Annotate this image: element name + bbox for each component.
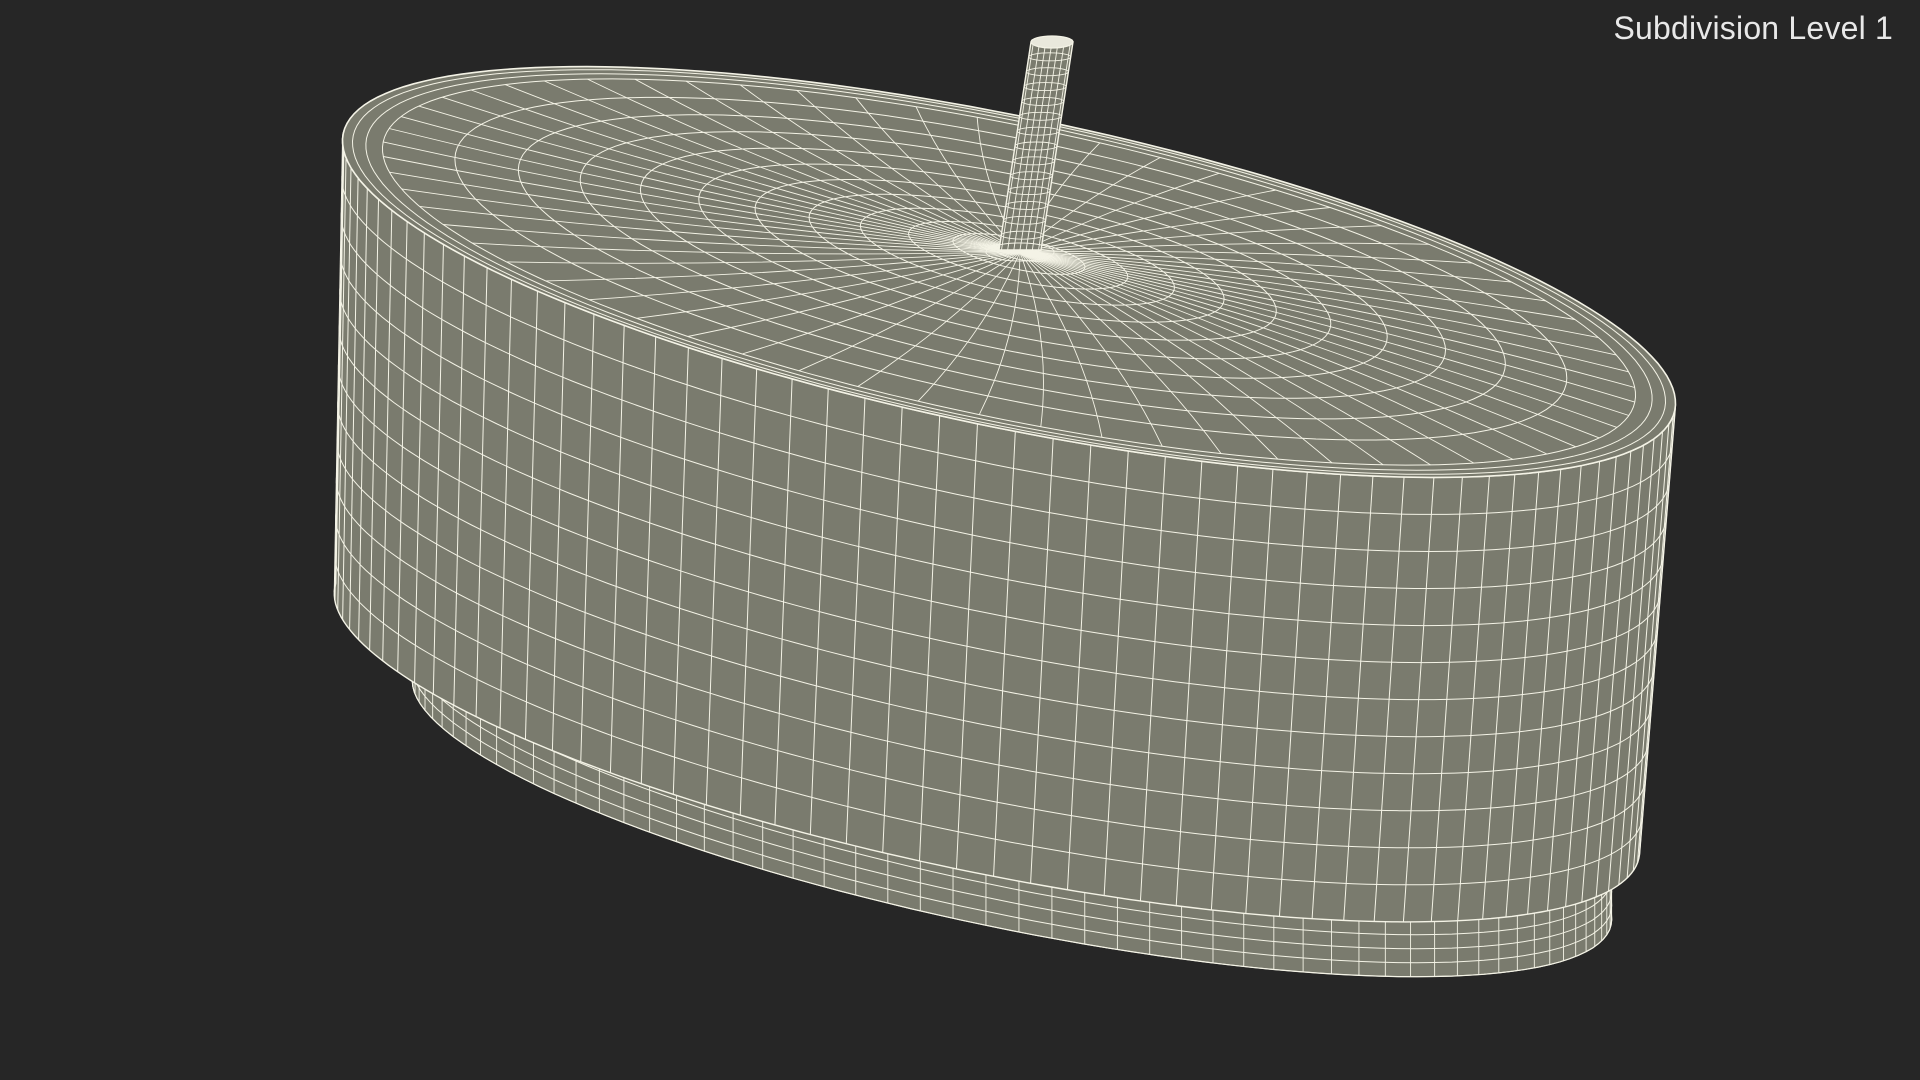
- pin-cap: [1030, 35, 1074, 49]
- wireframe-model: [333, 35, 1677, 978]
- subdivision-level-label: Subdivision Level 1: [1613, 10, 1893, 46]
- 3d-viewport[interactable]: Subdivision Level 1: [0, 0, 1920, 1080]
